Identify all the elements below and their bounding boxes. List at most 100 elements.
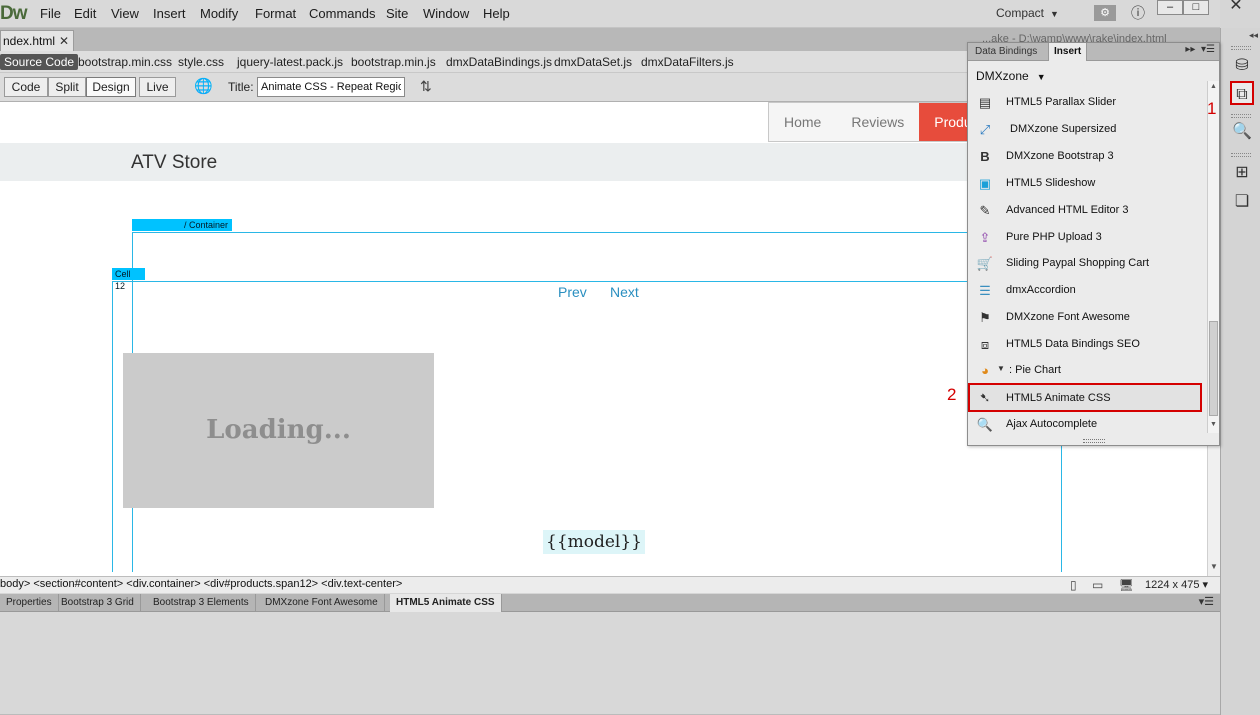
pie-chart-icon: ◕ <box>981 363 989 378</box>
insert-item-label: DMXzone Bootstrap 3 <box>1006 150 1114 162</box>
tab-insert[interactable]: Insert <box>1048 43 1088 61</box>
insert-item-slideshow[interactable]: ▣ HTML5 Slideshow <box>970 171 1204 197</box>
category-dropdown[interactable]: DMXzone ▼ <box>976 69 1046 83</box>
html-editor-icon: ✎ <box>979 203 991 218</box>
insert-item-pie-chart[interactable]: ◕ ▼ : Pie Chart <box>970 358 1204 384</box>
dock-grip[interactable] <box>1231 153 1251 157</box>
tab-bootstrap-elements[interactable]: Bootstrap 3 Elements <box>147 594 256 612</box>
close-tab-icon[interactable]: ✕ <box>59 34 69 48</box>
menu-insert[interactable]: Insert <box>153 6 186 21</box>
related-databindings-js[interactable]: dmxDataBindings.js <box>446 55 552 69</box>
tab-properties[interactable]: Properties <box>0 594 59 612</box>
preview-in-browser-globe-icon[interactable]: 🌐 <box>194 77 213 95</box>
container-tag-label[interactable]: / Container <box>132 219 232 231</box>
insert-item-supersized[interactable]: ⤢ DMXzone Supersized <box>970 117 1204 143</box>
menu-window[interactable]: Window <box>423 6 469 21</box>
insert-item-html-editor[interactable]: ✎ Advanced HTML Editor 3 <box>970 198 1204 224</box>
tab-animate-css[interactable]: HTML5 Animate CSS <box>390 594 502 612</box>
related-dataset-js[interactable]: dmxDataSet.js <box>554 55 632 69</box>
insert-item-font-awesome[interactable]: ⚑ DMXzone Font Awesome <box>970 305 1204 331</box>
insert-item-autocomplete[interactable]: 🔍 Ajax Autocomplete <box>970 412 1204 438</box>
related-bootstrap-js[interactable]: bootstrap.min.js <box>351 55 436 69</box>
menu-help[interactable]: Help <box>483 6 510 21</box>
minimize-button[interactable]: – <box>1157 0 1183 15</box>
prev-link[interactable]: Prev <box>558 284 587 300</box>
tag-selector[interactable]: body> <section#content> <div.container> … <box>0 578 402 590</box>
related-bootstrap-css[interactable]: bootstrap.min.css <box>78 55 172 69</box>
insert-panel: Data Bindings Insert ▸▸ ▾☰ DMXzone ▼ ▤ HT… <box>967 42 1220 446</box>
related-style-css[interactable]: style.css <box>178 55 224 69</box>
scroll-down-icon[interactable]: ▼ <box>1210 421 1217 428</box>
autocomplete-search-icon: 🔍 <box>976 417 994 432</box>
insert-item-php-upload[interactable]: ⇪ Pure PHP Upload 3 <box>970 225 1204 251</box>
live-view-button[interactable]: Live <box>139 77 176 97</box>
right-dock: ◂◂ ⛁ ⧉ 🔍 ⊞ ❏ <box>1220 28 1260 715</box>
workspace-switcher[interactable]: Compact ▼ <box>996 6 1059 20</box>
menu-commands[interactable]: Commands <box>309 6 375 21</box>
shopping-cart-icon: 🛒 <box>976 256 994 271</box>
menu-file[interactable]: File <box>40 6 61 21</box>
menu-format[interactable]: Format <box>255 6 296 21</box>
tab-index-html[interactable]: ndex.html ✕ <box>0 30 74 51</box>
nav-home[interactable]: Home <box>769 103 836 141</box>
animate-css-icon: ➷ <box>979 390 991 405</box>
related-jquery-js[interactable]: jquery-latest.pack.js <box>237 55 343 69</box>
cell-tag-label[interactable]: Cell 12 <box>112 268 145 291</box>
related-source-code[interactable]: Source Code <box>0 54 79 70</box>
menu-edit[interactable]: Edit <box>74 6 96 21</box>
databases-icon[interactable]: ⛁ <box>1230 54 1254 78</box>
insert-item-bootstrap[interactable]: B DMXzone Bootstrap 3 <box>970 144 1204 170</box>
file-management-arrows-icon[interactable]: ⇅ <box>420 78 432 95</box>
nav-reviews[interactable]: Reviews <box>836 103 919 141</box>
insert-item-parallax-slider[interactable]: ▤ HTML5 Parallax Slider <box>970 90 1204 116</box>
split-view-button[interactable]: Split <box>48 77 86 97</box>
scrollbar-thumb[interactable] <box>1209 321 1218 416</box>
property-panel-tabs: Properties Bootstrap 3 Grid Bootstrap 3 … <box>0 594 1220 612</box>
related-datafilters-js[interactable]: dmxDataFilters.js <box>641 55 734 69</box>
loading-placeholder: Loading... <box>123 353 434 508</box>
insert-item-shopping-cart[interactable]: 🛒 Sliding Paypal Shopping Cart <box>970 251 1204 277</box>
tablet-size-icon[interactable]: ▭ <box>1092 578 1103 592</box>
panel-menu-icon[interactable]: ▸▸ ▾☰ <box>1185 44 1215 55</box>
title-input[interactable] <box>257 77 405 97</box>
mobile-size-icon[interactable]: ▯ <box>1070 578 1077 592</box>
tab-bootstrap-grid[interactable]: Bootstrap 3 Grid <box>55 594 141 612</box>
desktop-size-icon[interactable]: 🖥 <box>1119 578 1134 592</box>
site-files-icon[interactable]: ⊞ <box>1230 161 1254 185</box>
scroll-down-icon[interactable]: ▼ <box>1210 562 1218 571</box>
find-code-icon[interactable]: 🔍 <box>1230 120 1254 144</box>
close-icon[interactable]: ✕ <box>1227 0 1245 14</box>
insert-panel-scrollbar[interactable]: ▲ ▼ <box>1207 81 1219 433</box>
snippets-icon[interactable]: ❏ <box>1230 190 1254 214</box>
dock-grip[interactable] <box>1231 114 1251 118</box>
workspace-label: Compact <box>996 6 1045 20</box>
maximize-button[interactable]: □ <box>1183 0 1209 15</box>
insert-panel-icon[interactable]: ⧉ <box>1230 81 1254 105</box>
panel-resize-grip[interactable] <box>1083 439 1105 443</box>
tab-font-awesome[interactable]: DMXzone Font Awesome <box>259 594 385 612</box>
menu-site[interactable]: Site <box>386 6 408 21</box>
insert-item-data-bindings-seo[interactable]: ⧈ HTML5 Data Bindings SEO <box>970 332 1204 358</box>
model-binding[interactable]: {{model}} <box>543 530 645 554</box>
tab-data-bindings[interactable]: Data Bindings <box>970 43 1042 61</box>
next-link[interactable]: Next <box>610 284 639 300</box>
collapse-panels-icon[interactable]: ◂◂ <box>1249 30 1258 41</box>
sync-settings-icon[interactable]: ⚙ <box>1094 5 1116 21</box>
info-icon[interactable]: ⓘ <box>1129 5 1147 21</box>
annotation-marker-1: 1 <box>1207 99 1217 118</box>
window-size-value: 1224 x 475 <box>1145 579 1200 591</box>
dock-grip[interactable] <box>1231 46 1251 50</box>
insert-item-accordion[interactable]: ☰ dmxAccordion <box>970 278 1204 304</box>
insert-item-label: Advanced HTML Editor 3 <box>1006 204 1129 216</box>
menu-modify[interactable]: Modify <box>200 6 238 21</box>
device-size-icons[interactable]: ▯ ▭ 🖥 <box>1070 578 1134 592</box>
insert-item-animate-css[interactable]: ➷ HTML5 Animate CSS <box>968 383 1202 412</box>
code-view-button[interactable]: Code <box>4 77 48 97</box>
scroll-up-icon[interactable]: ▲ <box>1210 83 1217 90</box>
panel-options-icon[interactable]: ▾☰ <box>1199 595 1214 608</box>
chevron-down-icon[interactable]: ▼ <box>997 364 1005 373</box>
design-view-button[interactable]: Design <box>86 77 136 97</box>
status-bar: body> <section#content> <div.container> … <box>0 576 1220 593</box>
window-size-readout[interactable]: 1224 x 475 ▾ <box>1145 578 1208 591</box>
menu-view[interactable]: View <box>111 6 139 21</box>
